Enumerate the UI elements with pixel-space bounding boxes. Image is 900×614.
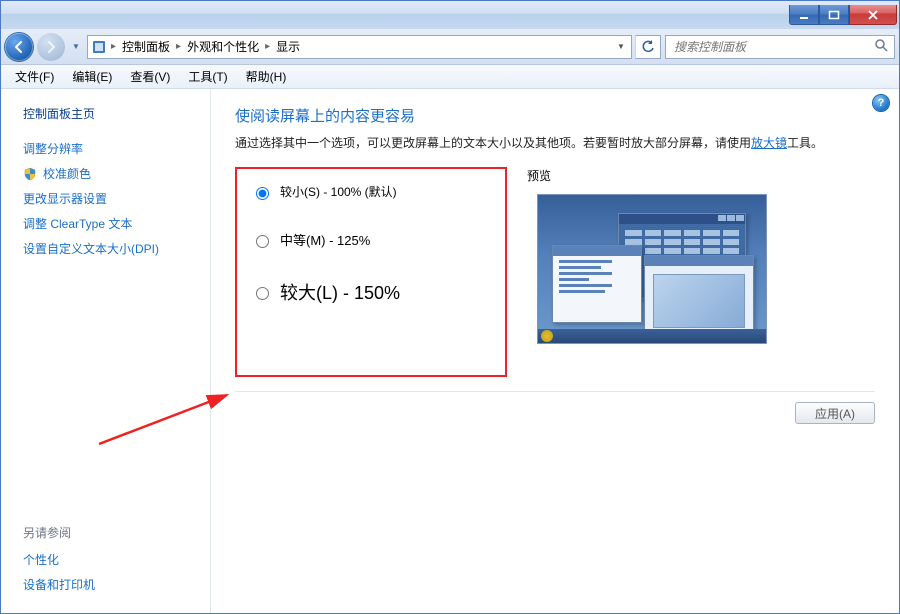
breadcrumb-sep-icon: ▸ xyxy=(173,41,184,52)
sidebar-link-personalize[interactable]: 个性化 xyxy=(23,547,202,572)
preview-label: 预览 xyxy=(527,167,875,184)
sidebar-link-calibrate[interactable]: 校准颜色 xyxy=(23,161,202,186)
menu-bar: 文件(F) 编辑(E) 查看(V) 工具(T) 帮助(H) xyxy=(1,65,899,89)
desc-text: 通过选择其中一个选项，可以更改屏幕上的文本大小以及其他项。若要暂时放大部分屏幕，… xyxy=(235,136,751,150)
dpi-radio-medium[interactable] xyxy=(256,235,269,248)
breadcrumb-sep-icon: ▸ xyxy=(108,41,119,52)
sidebar-link-label: 更改显示器设置 xyxy=(23,190,107,207)
address-bar[interactable]: ▸ 控制面板 ▸ 外观和个性化 ▸ 显示 ▼ xyxy=(87,35,632,59)
dpi-options-highlighted: 较小(S) - 100% (默认) 中等(M) - 125% 较大(L) - 1… xyxy=(235,167,507,377)
content-area: ? 控制面板主页 调整分辨率 校准颜色 更改显示器设置 调整 ClearType… xyxy=(1,89,899,613)
caption-buttons xyxy=(789,5,897,25)
search-box[interactable] xyxy=(665,35,895,59)
menu-help[interactable]: 帮助(H) xyxy=(238,66,295,87)
preview-column: 预览 xyxy=(527,167,875,344)
sidebar-see-also-heading: 另请参阅 xyxy=(23,524,202,541)
page-description: 通过选择其中一个选项，可以更改屏幕上的文本大小以及其他项。若要暂时放大部分屏幕，… xyxy=(235,134,875,153)
sidebar-link-cleartype[interactable]: 调整 ClearType 文本 xyxy=(23,211,202,236)
search-input[interactable] xyxy=(672,39,874,55)
sidebar-link-label: 调整 ClearType 文本 xyxy=(23,215,132,232)
sidebar-link-custom-dpi[interactable]: 设置自定义文本大小(DPI) xyxy=(23,236,202,261)
sidebar-link-label: 设置自定义文本大小(DPI) xyxy=(23,240,159,257)
menu-tools[interactable]: 工具(T) xyxy=(180,66,235,87)
window-frame: ▼ ▸ 控制面板 ▸ 外观和个性化 ▸ 显示 ▼ 文件(F) 编辑(E) 查 xyxy=(0,0,900,614)
minimize-button[interactable] xyxy=(789,5,819,25)
refresh-button[interactable] xyxy=(635,35,661,59)
preview-mock-window xyxy=(644,255,754,335)
search-icon xyxy=(874,38,888,55)
sidebar-link-label: 个性化 xyxy=(23,551,59,568)
dpi-option-small[interactable]: 较小(S) - 100% (默认) xyxy=(251,183,491,200)
sidebar-link-monitor[interactable]: 更改显示器设置 xyxy=(23,186,202,211)
magnifier-link[interactable]: 放大镜 xyxy=(751,136,787,150)
close-button[interactable] xyxy=(849,5,897,25)
nav-history-dropdown[interactable]: ▼ xyxy=(69,35,83,59)
dpi-option-label: 中等(M) - 125% xyxy=(280,230,370,249)
dpi-option-medium[interactable]: 中等(M) - 125% xyxy=(251,230,491,249)
preview-mock-window xyxy=(552,245,642,323)
desc-text: 工具。 xyxy=(787,136,823,150)
sidebar: 控制面板主页 调整分辨率 校准颜色 更改显示器设置 调整 ClearType 文… xyxy=(1,89,211,613)
title-bar xyxy=(1,1,899,29)
dpi-option-label: 较小(S) - 100% (默认) xyxy=(280,183,397,200)
sidebar-link-devices[interactable]: 设备和打印机 xyxy=(23,572,202,597)
maximize-button[interactable] xyxy=(819,5,849,25)
dpi-radio-large[interactable] xyxy=(256,287,269,300)
sidebar-link-label: 校准颜色 xyxy=(43,165,91,182)
breadcrumb-control-panel[interactable]: 控制面板 xyxy=(119,38,173,55)
sidebar-link-label: 设备和打印机 xyxy=(23,576,95,593)
menu-edit[interactable]: 编辑(E) xyxy=(64,66,120,87)
menu-view[interactable]: 查看(V) xyxy=(122,66,178,87)
nav-back-button[interactable] xyxy=(5,33,33,61)
dpi-option-large[interactable]: 较大(L) - 150% xyxy=(251,279,491,305)
nav-bar: ▼ ▸ 控制面板 ▸ 外观和个性化 ▸ 显示 ▼ xyxy=(1,29,899,65)
main-panel: 使阅读屏幕上的内容更容易 通过选择其中一个选项，可以更改屏幕上的文本大小以及其他… xyxy=(211,89,899,613)
menu-file[interactable]: 文件(F) xyxy=(7,66,62,87)
breadcrumb-sep-icon: ▸ xyxy=(262,41,273,52)
dpi-radio-small[interactable] xyxy=(256,187,269,200)
control-panel-icon xyxy=(90,38,108,56)
shield-icon xyxy=(23,167,37,181)
breadcrumb-display[interactable]: 显示 xyxy=(273,38,303,55)
sidebar-heading[interactable]: 控制面板主页 xyxy=(23,105,202,122)
sidebar-link-resolution[interactable]: 调整分辨率 xyxy=(23,136,202,161)
preview-thumbnail xyxy=(537,194,767,344)
sidebar-link-label: 调整分辨率 xyxy=(23,140,83,157)
page-title: 使阅读屏幕上的内容更容易 xyxy=(235,105,875,126)
start-orb-icon xyxy=(541,330,553,342)
address-dropdown-icon[interactable]: ▼ xyxy=(613,42,629,51)
dpi-option-label: 较大(L) - 150% xyxy=(280,279,400,305)
nav-forward-button[interactable] xyxy=(37,33,65,61)
dpi-options-row: 较小(S) - 100% (默认) 中等(M) - 125% 较大(L) - 1… xyxy=(235,167,875,377)
apply-button[interactable]: 应用(A) xyxy=(795,402,875,424)
preview-taskbar xyxy=(538,329,766,343)
apply-row: 应用(A) xyxy=(235,391,875,424)
breadcrumb-appearance[interactable]: 外观和个性化 xyxy=(184,38,262,55)
